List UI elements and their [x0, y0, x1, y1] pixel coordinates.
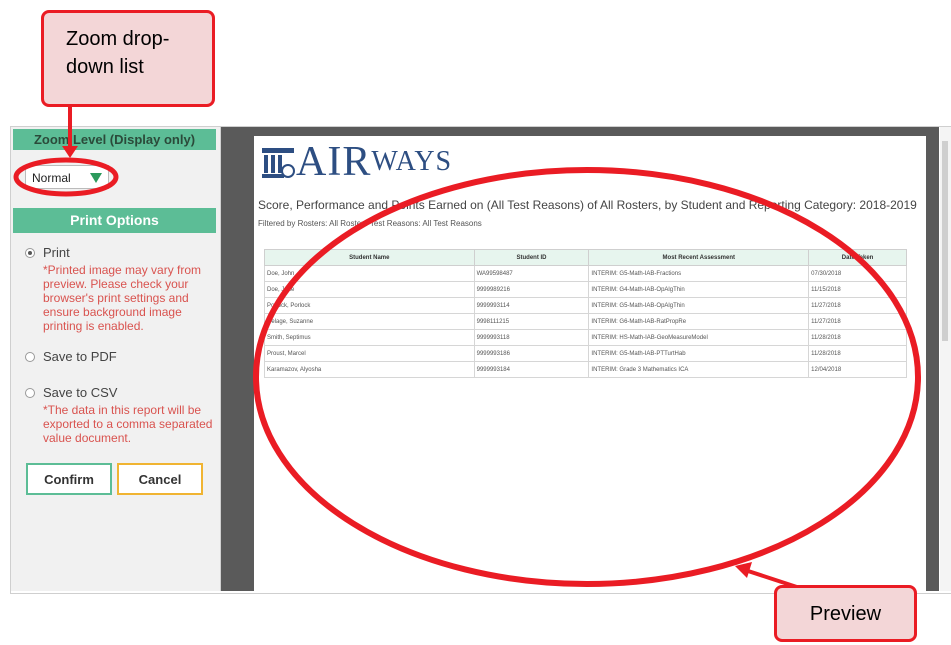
preview-highlight-ellipse: [253, 167, 921, 587]
zoom-callout-box: Zoom drop-down list: [41, 10, 215, 107]
preview-callout-text: Preview: [809, 603, 882, 625]
arrow-icon: [62, 146, 78, 158]
zoom-highlight-ellipse: [13, 157, 119, 197]
zoom-callout-text: Zoom drop-down list: [66, 28, 170, 78]
preview-callout-box: Preview: [774, 585, 917, 642]
